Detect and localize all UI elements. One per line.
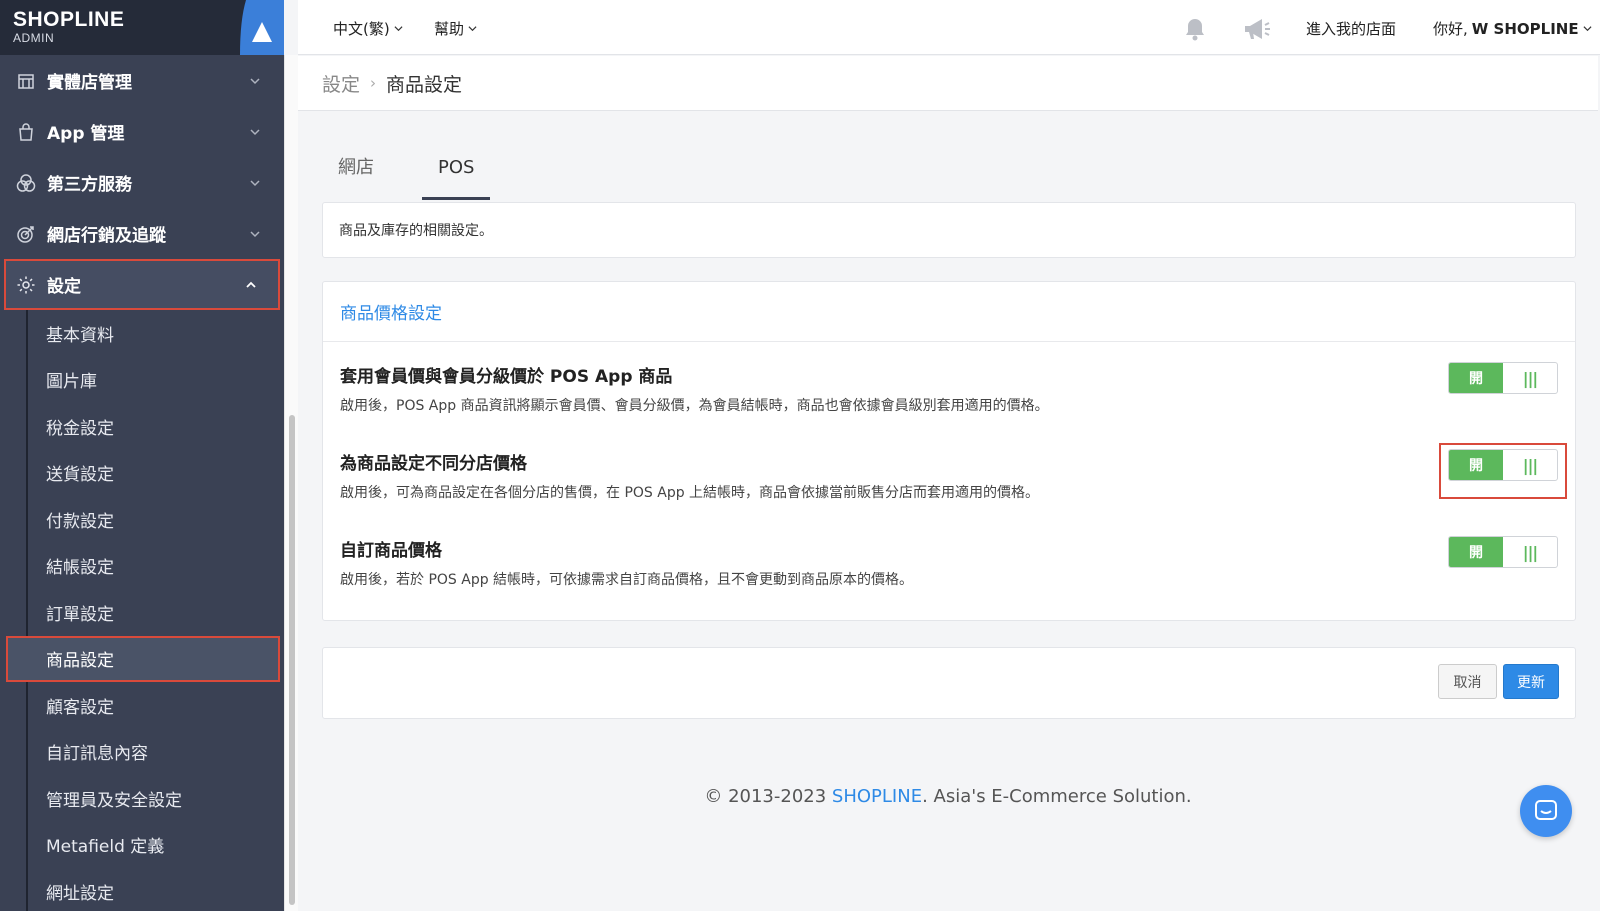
sidebar-subitem-orders[interactable]: 訂單設定 xyxy=(28,589,284,636)
shopping-bag-icon xyxy=(16,122,36,142)
chevron-down-icon xyxy=(250,77,260,84)
settings-tabs: 網店 POS xyxy=(322,138,522,200)
footer: © 2013-2023 SHOPLINE. Asia's E-Commerce … xyxy=(298,786,1598,807)
chevron-down-icon xyxy=(250,230,260,237)
section-description: 商品及庫存的相關設定。 xyxy=(339,223,493,239)
chevron-down-icon xyxy=(1583,26,1592,32)
sidebar-subitem-metafield[interactable]: Metafield 定義 xyxy=(28,822,284,869)
toggle-handle-icon: ||| xyxy=(1522,542,1539,562)
top-navigation-bar: 中文(繁) 幫助 進入我的店面 你好, W SHOPLINE xyxy=(298,0,1600,55)
settings-submenu: 基本資料 圖片庫 稅金設定 送貨設定 付款設定 結帳設定 訂單設定 商品設定 顧… xyxy=(6,310,284,911)
main-content: 設定 › 商品設定 網店 POS 商品及庫存的相關設定。 商品價格設定 套用會員… xyxy=(298,56,1598,911)
setting-title: 為商品設定不同分店價格 xyxy=(340,454,527,474)
tab-pos[interactable]: POS xyxy=(422,138,491,200)
setting-title: 自訂商品價格 xyxy=(340,541,442,561)
sidebar-item-label: 第三方服務 xyxy=(47,175,132,195)
language-label: 中文(繁) xyxy=(333,20,390,38)
sidebar-subitem-customers[interactable]: 顧客設定 xyxy=(28,682,284,729)
user-greeting: 你好, xyxy=(1433,20,1468,38)
sidebar-subitem-tax[interactable]: 稅金設定 xyxy=(28,403,284,450)
language-selector[interactable]: 中文(繁) xyxy=(333,18,403,39)
sidebar-item-store-management[interactable]: 實體店管理 xyxy=(0,55,284,106)
chevron-down-icon xyxy=(250,128,260,135)
breadcrumb-separator-icon: › xyxy=(370,74,377,92)
sidebar-subitem-product-settings[interactable]: 商品設定 xyxy=(6,635,280,682)
description-card: 商品及庫存的相關設定。 xyxy=(322,202,1576,258)
chevron-up-icon xyxy=(246,281,256,288)
sidebar-subitem-payment[interactable]: 付款設定 xyxy=(28,496,284,543)
setting-branch-price: 為商品設定不同分店價格 啟用後，可為商品設定在各個分店的售價，在 POS App… xyxy=(340,443,1567,502)
help-menu[interactable]: 幫助 xyxy=(434,18,477,39)
sidebar-item-label: 實體店管理 xyxy=(47,73,132,93)
footer-prefix: © 2013-2023 xyxy=(704,786,832,807)
sidebar-item-app-management[interactable]: App 管理 xyxy=(0,106,284,157)
setting-description: 啟用後，POS App 商品資訊將顯示會員價、會員分級價，為會員結帳時，商品也會… xyxy=(340,398,1049,414)
chevron-down-icon xyxy=(250,179,260,186)
app-badge-icon[interactable] xyxy=(240,0,284,55)
price-settings-card: 商品價格設定 套用會員價與會員分級價於 POS App 商品 啟用後，POS A… xyxy=(322,281,1576,621)
store-icon xyxy=(16,71,36,91)
sidebar: SHOPLINE ADMIN 實體店管理 App 管理 第三方服務 網店行銷及追… xyxy=(0,0,284,911)
chevron-down-icon xyxy=(468,26,477,32)
sidebar-item-marketing[interactable]: 網店行銷及追蹤 xyxy=(0,208,284,259)
sidebar-subitem-url[interactable]: 網址設定 xyxy=(28,868,284,911)
sidebar-subitem-admin-security[interactable]: 管理員及安全設定 xyxy=(28,775,284,822)
chat-icon xyxy=(1535,800,1557,820)
sidebar-item-label: 網店行銷及追蹤 xyxy=(47,226,166,246)
sidebar-subitem-delivery[interactable]: 送貨設定 xyxy=(28,450,284,497)
toggle-on-label: 開 xyxy=(1449,537,1503,567)
cancel-button[interactable]: 取消 xyxy=(1438,664,1497,699)
chat-support-button[interactable] xyxy=(1520,785,1572,837)
setting-description: 啟用後，可為商品設定在各個分店的售價，在 POS App 上結帳時，商品會依據當… xyxy=(340,485,1040,501)
setting-title: 套用會員價與會員分級價於 POS App 商品 xyxy=(340,367,673,387)
visit-store-link[interactable]: 進入我的店面 xyxy=(1306,18,1396,39)
update-button[interactable]: 更新 xyxy=(1503,664,1559,699)
action-card: 取消 更新 xyxy=(322,647,1576,719)
overlap-circles-icon xyxy=(16,173,36,193)
breadcrumb: 設定 › 商品設定 xyxy=(298,56,1598,111)
toggle-handle-icon: ||| xyxy=(1522,368,1539,388)
help-label: 幫助 xyxy=(434,20,465,38)
logo-bar: SHOPLINE ADMIN xyxy=(0,0,284,55)
setting-description: 啟用後，若於 POS App 結帳時，可依據需求自訂商品價格，且不會更動到商品原… xyxy=(340,572,914,588)
footer-suffix: . Asia's E-Commerce Solution. xyxy=(922,786,1192,807)
sidebar-scrollbar[interactable] xyxy=(284,55,298,911)
target-icon xyxy=(16,224,36,244)
bell-icon[interactable] xyxy=(1182,16,1208,42)
scrollbar-thumb[interactable] xyxy=(289,415,295,905)
sidebar-item-label: 設定 xyxy=(47,277,81,297)
gear-icon xyxy=(16,275,36,295)
sidebar-subitem-custom-messages[interactable]: 自訂訊息內容 xyxy=(28,729,284,776)
setting-custom-price: 自訂商品價格 啟用後，若於 POS App 結帳時，可依據需求自訂商品價格，且不… xyxy=(340,536,1558,589)
megaphone-icon[interactable] xyxy=(1242,15,1272,43)
toggle-on-label: 開 xyxy=(1449,363,1503,393)
chevron-down-icon xyxy=(394,26,403,32)
tab-web-store[interactable]: 網店 xyxy=(322,138,390,200)
sidebar-subitem-basic-info[interactable]: 基本資料 xyxy=(28,310,284,357)
highlight-box xyxy=(1439,443,1567,499)
user-name: W SHOPLINE xyxy=(1471,19,1579,38)
user-menu[interactable]: 你好, W SHOPLINE xyxy=(1433,18,1592,39)
sidebar-item-settings[interactable]: 設定 xyxy=(4,259,280,310)
member-price-toggle[interactable]: 開 ||| xyxy=(1448,362,1558,394)
footer-brand-link[interactable]: SHOPLINE xyxy=(832,786,922,807)
setting-member-price: 套用會員價與會員分級價於 POS App 商品 啟用後，POS App 商品資訊… xyxy=(340,362,1558,415)
sidebar-subitem-checkout[interactable]: 結帳設定 xyxy=(28,543,284,590)
sidebar-item-third-party[interactable]: 第三方服務 xyxy=(0,157,284,208)
sidebar-subitem-image-library[interactable]: 圖片庫 xyxy=(28,357,284,404)
breadcrumb-parent[interactable]: 設定 xyxy=(322,70,360,97)
brand-logo[interactable]: SHOPLINE xyxy=(13,8,124,32)
section-title: 商品價格設定 xyxy=(323,282,1575,342)
sidebar-item-label: App 管理 xyxy=(47,124,125,144)
brand-logo-sub: ADMIN xyxy=(13,31,55,45)
breadcrumb-current: 商品設定 xyxy=(386,73,463,96)
custom-price-toggle[interactable]: 開 ||| xyxy=(1448,536,1558,568)
